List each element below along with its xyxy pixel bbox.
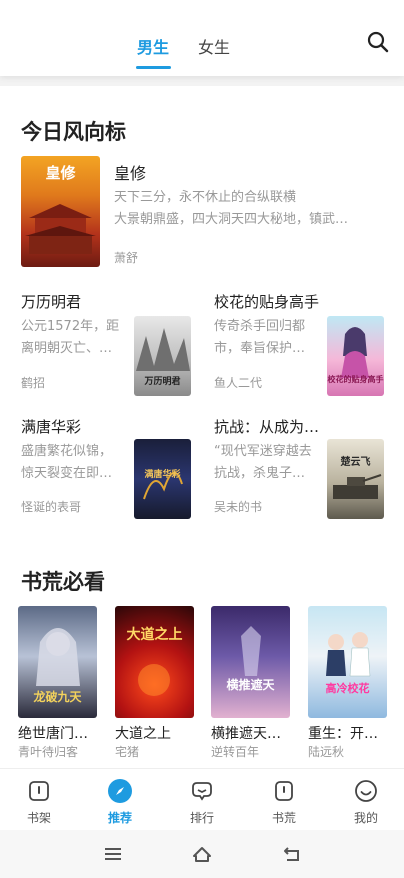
- book-cover[interactable]: 龙破九天: [18, 606, 97, 718]
- cover-title: 高冷校花: [325, 682, 370, 695]
- recommend-content: 今日风向标 皇修 皇修 天下三分，永不休止的合纵联横 大景朝鼎盛，四大洞天四大秘…: [0, 86, 404, 768]
- cover-title: 万历明君: [144, 377, 181, 387]
- top-header: 男生 女生: [0, 0, 404, 76]
- book-author: 陆远秋: [308, 745, 345, 759]
- bottom-navigation: 书架 推荐 排行 书荒 我的: [0, 768, 404, 830]
- home-icon[interactable]: [191, 844, 213, 864]
- book-author: 青叶待归客: [18, 745, 79, 759]
- book-author: 萧舒: [114, 251, 139, 265]
- nav-item-profile[interactable]: 我的: [336, 769, 396, 831]
- bookshelf-icon: [27, 779, 51, 803]
- book-author: 宅猪: [115, 745, 140, 759]
- nav-item-book-hunger[interactable]: 书荒: [254, 769, 314, 831]
- book-cover[interactable]: 校花的贴身高手: [327, 316, 384, 396]
- cover-title: 横推遮天: [226, 678, 275, 692]
- book-description: 盛唐繁花似锦，: [21, 444, 113, 459]
- book-description: 公元1572年，距: [21, 319, 120, 334]
- book-description: 离明朝灭亡、…: [21, 341, 113, 356]
- cover-title: 校花的贴身高手: [327, 374, 384, 384]
- book-author: 怪诞的表哥: [21, 500, 82, 514]
- tab-male[interactable]: 男生: [137, 34, 169, 58]
- cover-title: 满唐华彩: [144, 470, 181, 480]
- book-title: 抗战：从成为…: [214, 418, 320, 436]
- book-description: 传奇杀手回归都: [214, 319, 306, 334]
- menu-icon[interactable]: [102, 844, 124, 864]
- book-cover[interactable]: 皇修: [21, 156, 100, 267]
- book-hunger-icon: [272, 779, 296, 803]
- nav-label: 我的: [353, 811, 378, 825]
- active-tab-indicator: [136, 66, 171, 69]
- book-title: 大道之上: [115, 726, 171, 742]
- book-title: 校花的贴身高手: [214, 293, 320, 311]
- book-title: 万历明君: [21, 293, 82, 311]
- nav-item-ranking[interactable]: 排行: [172, 769, 232, 831]
- nav-label: 书架: [26, 811, 51, 825]
- book-description: 市，奉旨保护…: [214, 341, 306, 356]
- profile-icon: [354, 779, 378, 803]
- section-title-must-read: 书荒必看: [21, 570, 105, 594]
- book-cover[interactable]: 楚云飞: [327, 439, 384, 519]
- nav-label: 排行: [189, 811, 214, 825]
- cover-title: 龙破九天: [33, 690, 82, 704]
- book-cover[interactable]: 满唐华彩: [134, 439, 191, 519]
- book-author: 逆转百年: [211, 745, 260, 759]
- book-description: “现代军迷穿越去: [214, 444, 312, 459]
- book-description: 天下三分，永不休止的合纵联横: [114, 190, 297, 205]
- nav-label: 推荐: [107, 811, 132, 825]
- tab-female[interactable]: 女生: [198, 34, 230, 58]
- cover-title: 楚云飞: [340, 457, 371, 468]
- book-author: 鹤招: [21, 376, 46, 390]
- nav-item-bookshelf[interactable]: 书架: [9, 769, 69, 831]
- book-cover[interactable]: 万历明君: [134, 316, 191, 396]
- section-title-today: 今日风向标: [21, 120, 126, 144]
- book-description: 大景朝鼎盛，四大洞天四大秘地，镇武…: [114, 212, 349, 227]
- book-description: 惊天裂变在即…: [21, 466, 113, 481]
- system-navigation-bar: [0, 830, 404, 878]
- book-cover[interactable]: 横推遮天: [211, 606, 290, 718]
- compass-icon: [108, 779, 132, 803]
- book-title: 重生：开…: [308, 726, 378, 742]
- book-author: 吴未的书: [214, 500, 263, 514]
- book-description: 抗战，杀鬼子…: [214, 466, 306, 481]
- book-title: 绝世唐门…: [18, 726, 88, 742]
- book-title: 满唐华彩: [21, 418, 82, 436]
- nav-label: 书荒: [271, 811, 296, 825]
- nav-item-recommend[interactable]: 推荐: [90, 769, 150, 831]
- search-icon[interactable]: [366, 30, 390, 54]
- book-cover[interactable]: 大道之上: [115, 606, 194, 718]
- book-author: 鱼人二代: [214, 376, 263, 390]
- ranking-icon: [190, 779, 214, 803]
- book-title: 横推遮天…: [211, 726, 281, 742]
- book-title: 皇修: [114, 164, 147, 183]
- back-icon[interactable]: [281, 844, 303, 864]
- book-cover[interactable]: 高冷校花: [308, 606, 387, 718]
